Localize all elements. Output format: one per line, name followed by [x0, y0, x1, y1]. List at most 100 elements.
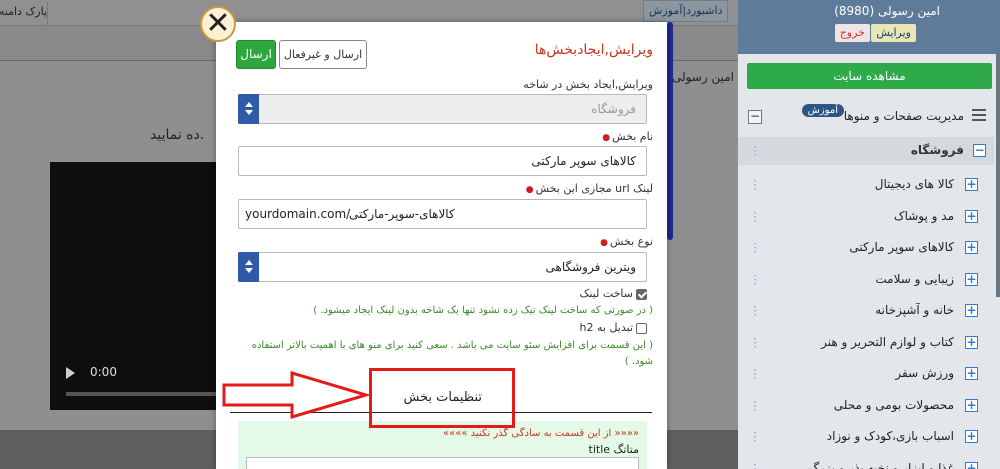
- expand-icon[interactable]: +: [965, 430, 978, 443]
- tree-item-category[interactable]: + محصولات بومی و محلی · · ·: [738, 392, 994, 420]
- expand-icon[interactable]: +: [965, 272, 978, 286]
- play-icon[interactable]: [66, 367, 75, 379]
- modal-title: ویرایش,ایجادبخش‌ها: [534, 42, 653, 58]
- tree-item-category[interactable]: + اسباب بازی،کودک و نوزاد · · ·: [738, 423, 994, 451]
- tab-training-label: آموزش: [649, 4, 683, 17]
- name-label: نام بخش●: [602, 130, 653, 143]
- edit-profile-button[interactable]: ویرایش: [871, 24, 916, 42]
- h2-hint: ( این قسمت برای افزایش سئو سایت می باشد …: [251, 340, 653, 367]
- highlight-rectangle: [369, 368, 515, 428]
- drag-handle-icon[interactable]: ···: [752, 333, 758, 353]
- tree-item-label: غذا و ابزار و نخبه بذر و بزرگ: [808, 460, 955, 469]
- expand-icon[interactable]: +: [965, 241, 978, 254]
- expand-icon[interactable]: +: [965, 209, 978, 223]
- training-badge[interactable]: آموزش: [801, 104, 844, 117]
- meta-title-label: متاتگ title: [588, 443, 639, 456]
- drag-handle-icon[interactable]: ···: [752, 238, 758, 258]
- make-link-label: ساخت لینک: [579, 287, 633, 300]
- type-label: نوع بخش●: [600, 235, 653, 248]
- tree-item-label: ورزش سفر: [895, 366, 954, 380]
- panel-title: امین رسولی: [672, 70, 734, 84]
- type-label-text: نوع بخش: [610, 235, 653, 248]
- expand-icon[interactable]: +: [965, 335, 978, 349]
- select-arrows-icon: [238, 94, 259, 124]
- tree-item-category[interactable]: + کالاهای سوپر مارکتی · · ·: [738, 234, 994, 262]
- expand-icon[interactable]: +: [965, 367, 978, 380]
- expand-icon[interactable]: +: [965, 461, 978, 469]
- expand-icon[interactable]: +: [965, 304, 978, 317]
- url-label-text: لینک url مجازی این بخش: [535, 182, 653, 195]
- sidebar-scrollbar[interactable]: [996, 54, 1000, 297]
- logout-button[interactable]: خروج: [834, 24, 870, 42]
- h2-label: تبدیل به h2: [579, 321, 633, 334]
- settings-note: «««« از این قسمت به سادگی گذر نکنید »»»»: [442, 428, 639, 439]
- required-dot-icon: ●: [525, 185, 534, 195]
- tree-item-label: فروشگاه: [910, 143, 964, 157]
- close-icon[interactable]: ✕: [200, 6, 236, 42]
- view-site-button[interactable]: مشاهده سایت: [747, 63, 992, 89]
- meta-title-input[interactable]: [246, 457, 639, 469]
- parent-branch-value: فروشگاه: [591, 102, 636, 116]
- name-label-text: نام بخش: [612, 130, 653, 143]
- drag-handle-icon[interactable]: ···: [752, 207, 758, 227]
- tree-item-label: زیبایی و سلامت: [875, 271, 954, 286]
- tab-dashboard-training[interactable]: داشبورد|آموزش: [643, 0, 729, 22]
- expand-icon[interactable]: +: [965, 178, 978, 191]
- required-dot-icon: ●: [602, 133, 611, 143]
- send-button[interactable]: ارسال: [236, 40, 276, 69]
- video-time: 0:00: [90, 365, 117, 379]
- drag-handle-icon[interactable]: ···: [752, 270, 758, 290]
- tab-dashboard-label: داشبورد: [686, 4, 723, 17]
- tree-item-label: مد و پوشاک: [893, 208, 954, 223]
- h2-label-wrap: تبدیل به h2: [580, 321, 653, 334]
- parking-label[interactable]: پارک دامنه: [0, 2, 48, 26]
- video-progress-track[interactable]: [66, 392, 220, 396]
- url-input[interactable]: yourdomain.com/ کالاهای-سوپر-مارکتی: [238, 199, 647, 229]
- tree-item-category[interactable]: + غذا و ابزار و نخبه بذر و بزرگ ···: [738, 455, 994, 469]
- tree-item-label: خانه و آشپزخانه: [875, 303, 954, 317]
- tree-item-label: کالاهای سوپر مارکتی: [849, 240, 954, 254]
- select-arrows-icon: [238, 252, 259, 282]
- section-type-value: ویترین فروشگاهی: [545, 260, 637, 274]
- drag-handle-icon[interactable]: ···: [752, 301, 758, 321]
- tree-item-label: محصولات بومی و محلی: [833, 397, 954, 412]
- settings-panel: «««« از این قسمت به سادگی گذر نکنید »»»»…: [238, 421, 647, 469]
- modal-scrollbar[interactable]: [667, 22, 673, 240]
- body-text: ده نمایید.: [150, 127, 205, 143]
- tree-item-category[interactable]: + خانه و آشپزخانه · · ·: [738, 297, 994, 325]
- drag-handle-icon[interactable]: ···: [752, 175, 758, 195]
- required-dot-icon: ●: [600, 238, 608, 248]
- collapse-icon[interactable]: −: [973, 144, 986, 157]
- url-slug: کالاهای-سوپر-مارکتی: [349, 207, 455, 221]
- tree-item-category[interactable]: + کتاب و لوازم التحریر و هنر · · ·: [738, 329, 994, 357]
- sidebar-header: امین رسولی (8980) ویرایش خروج: [738, 0, 1000, 54]
- make-link-hint: ( در صورتی که ساخت لینک تیک زده نشود تنه…: [313, 305, 653, 316]
- tree-item-category[interactable]: + زیبایی و سلامت · · ·: [738, 266, 994, 294]
- drag-handle-icon[interactable]: ···: [752, 141, 758, 161]
- expand-icon[interactable]: +: [965, 398, 978, 412]
- user-name: امین رسولی (8980): [834, 4, 940, 18]
- tree-item-label: کالا های دیجیتال: [874, 177, 954, 191]
- parent-branch-label: ویرایش,ایجاد بخش در شاخه: [523, 78, 653, 91]
- tree-item-category[interactable]: + مد و پوشاک · · ·: [738, 203, 994, 231]
- tree-item-category[interactable]: + ورزش سفر · · ·: [738, 360, 994, 388]
- section-name-input[interactable]: کالاهای سوپر مارکتی: [238, 146, 647, 176]
- tree-item-label: اسباب بازی،کودک و نوزاد: [826, 429, 954, 443]
- parent-branch-select[interactable]: فروشگاه: [238, 94, 647, 124]
- menu-management-label: مدیریت صفحات و منوها: [843, 109, 964, 123]
- collapse-all-icon[interactable]: −: [748, 110, 762, 124]
- section-type-select[interactable]: ویترین فروشگاهی: [238, 252, 647, 282]
- tree-item-category[interactable]: + کالا های دیجیتال · · ·: [738, 171, 994, 199]
- menu-management-header[interactable]: مدیریت صفحات و منوها آموزش: [738, 100, 994, 132]
- drag-handle-icon[interactable]: ···: [752, 427, 758, 447]
- make-link-label-wrap: ساخت لینک: [579, 287, 653, 300]
- url-domain: yourdomain.com/: [245, 207, 351, 221]
- drag-handle-icon[interactable]: ···: [752, 459, 758, 469]
- send-inactive-button[interactable]: ارسال و غیرفعال: [279, 40, 367, 69]
- tree-item-shop[interactable]: − فروشگاه · · ·: [738, 137, 994, 165]
- video-player[interactable]: 0:00: [50, 162, 220, 410]
- sidebar: امین رسولی (8980) ویرایش خروج مشاهده سای…: [738, 0, 1000, 469]
- drag-handle-icon[interactable]: ···: [752, 364, 758, 384]
- url-label: لینک url مجازی این بخش●: [526, 182, 653, 195]
- drag-handle-icon[interactable]: ···: [752, 396, 758, 416]
